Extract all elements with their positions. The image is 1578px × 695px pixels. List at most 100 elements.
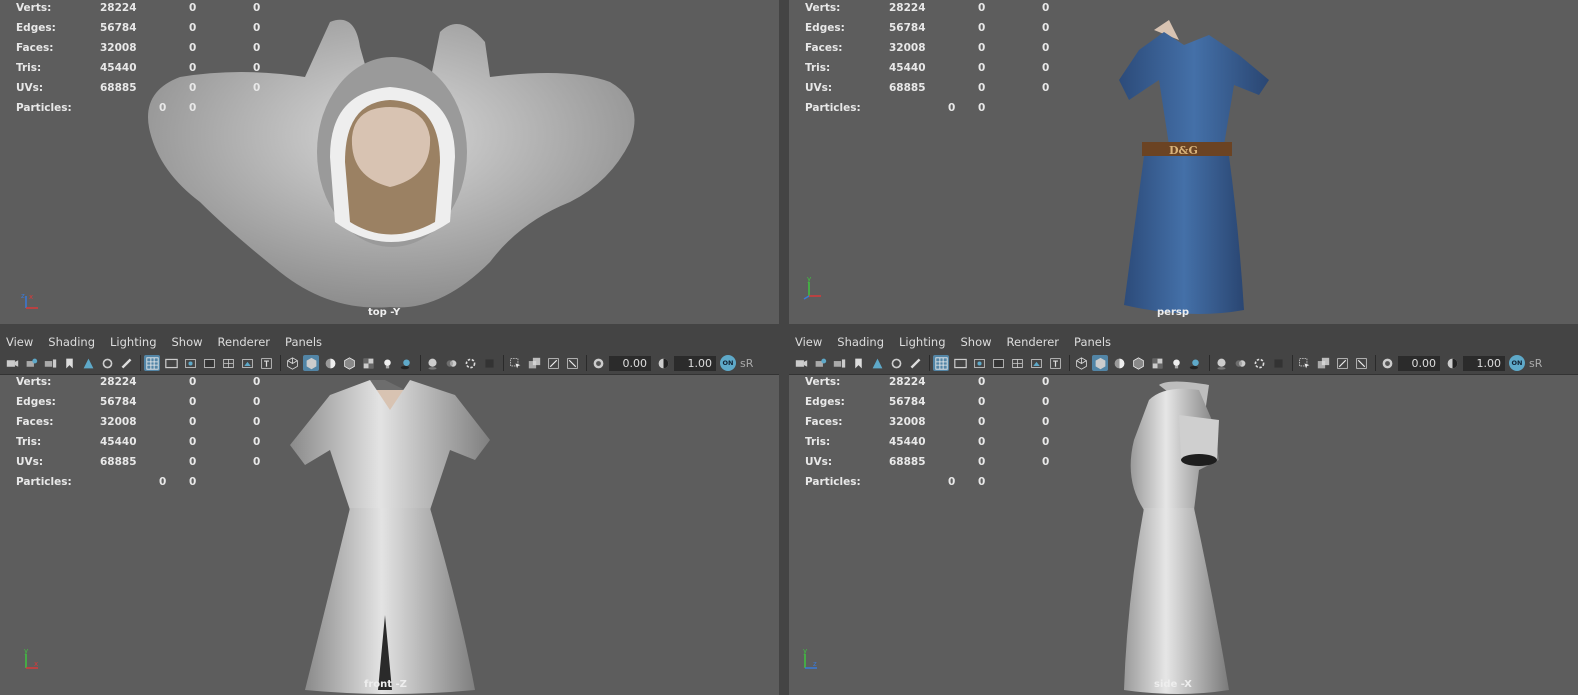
ambient-occlusion-icon[interactable] (424, 355, 440, 371)
default-material-icon[interactable] (322, 355, 338, 371)
safe-action-icon[interactable] (1028, 355, 1044, 371)
safe-title-icon[interactable] (258, 355, 274, 371)
menu-shading[interactable]: Shading (837, 335, 884, 349)
depth-of-field-icon[interactable] (1270, 355, 1286, 371)
motion-blur-icon[interactable] (443, 355, 459, 371)
view-transform-label[interactable]: sR (1529, 357, 1542, 370)
exposure-field[interactable]: 0.00 (1398, 355, 1440, 371)
grid-icon[interactable] (933, 355, 949, 371)
hud-value: 0 (253, 396, 261, 408)
film-gate-icon[interactable] (163, 355, 179, 371)
viewport-front[interactable]: View Shading Lighting Show Renderer Pane… (0, 332, 779, 695)
image-plane-icon[interactable] (80, 355, 96, 371)
belt-logo-text: D&G (1169, 144, 1198, 157)
bookmark-icon[interactable] (850, 355, 866, 371)
xray-icon[interactable] (526, 355, 542, 371)
safe-action-icon[interactable] (239, 355, 255, 371)
exposure-field[interactable]: 0.00 (609, 355, 651, 371)
wireframe-on-shaded-icon[interactable] (341, 355, 357, 371)
hud-value: 0 (1042, 62, 1050, 74)
textured-icon[interactable] (360, 355, 376, 371)
menu-renderer[interactable]: Renderer (218, 335, 271, 349)
menu-panels[interactable]: Panels (285, 335, 322, 349)
hud-value: 68885 (100, 82, 137, 94)
two-d-pan-icon[interactable] (99, 355, 115, 371)
film-gate-icon[interactable] (952, 355, 968, 371)
menu-shading[interactable]: Shading (48, 335, 95, 349)
bookmark-icon[interactable] (61, 355, 77, 371)
menu-show[interactable]: Show (961, 335, 992, 349)
menu-lighting[interactable]: Lighting (899, 335, 945, 349)
two-d-pan-icon[interactable] (888, 355, 904, 371)
field-chart-icon[interactable] (220, 355, 236, 371)
xray-active-components-icon[interactable] (564, 355, 580, 371)
camera-icon[interactable] (793, 355, 809, 371)
smooth-shade-icon[interactable] (303, 355, 319, 371)
menu-renderer[interactable]: Renderer (1007, 335, 1060, 349)
textured-icon[interactable] (1149, 355, 1165, 371)
camera-attributes-icon[interactable] (812, 355, 828, 371)
xray-icon[interactable] (1315, 355, 1331, 371)
grease-pencil-icon[interactable] (907, 355, 923, 371)
shadows-icon[interactable] (1187, 355, 1203, 371)
gate-mask-icon[interactable] (990, 355, 1006, 371)
anti-aliasing-icon[interactable] (462, 355, 478, 371)
hud-value: 0 (1042, 416, 1050, 428)
hud-value: 28224 (889, 376, 926, 388)
hud-row-edges: Edges: 56784 0 0 (805, 394, 1065, 414)
grid-icon[interactable] (144, 355, 160, 371)
gamma-icon[interactable] (655, 355, 671, 371)
bookmark-camera-icon[interactable] (831, 355, 847, 371)
smooth-shade-icon[interactable] (1092, 355, 1108, 371)
camera-attributes-icon[interactable] (23, 355, 39, 371)
xray-active-components-icon[interactable] (1353, 355, 1369, 371)
view-transform-label[interactable]: sR (740, 357, 753, 370)
isolate-select-icon[interactable] (507, 355, 523, 371)
hud-value: 0 (253, 436, 261, 448)
viewport-top[interactable]: Verts: 28224 0 0 Edges: 56784 0 0 Faces: 32008 0… (0, 0, 779, 324)
hud-value: 0 (978, 456, 986, 468)
menu-panels[interactable]: Panels (1074, 335, 1111, 349)
xray-joints-icon[interactable] (1334, 355, 1350, 371)
image-plane-icon[interactable] (869, 355, 885, 371)
wireframe-icon[interactable] (1073, 355, 1089, 371)
wireframe-on-shaded-icon[interactable] (1130, 355, 1146, 371)
gamma-field[interactable]: 1.00 (1463, 355, 1505, 371)
camera-icon[interactable] (4, 355, 20, 371)
color-management-toggle[interactable]: ON (1509, 355, 1525, 371)
grease-pencil-icon[interactable] (118, 355, 134, 371)
field-chart-icon[interactable] (1009, 355, 1025, 371)
anti-aliasing-icon[interactable] (1251, 355, 1267, 371)
menu-view[interactable]: View (795, 335, 822, 349)
viewport-persp[interactable]: D&G Verts: 28224 0 0 Edges: 56784 0 0 Faces: 32… (789, 0, 1578, 324)
safe-title-icon[interactable] (1047, 355, 1063, 371)
hud-label: Edges: (805, 22, 845, 34)
shadows-icon[interactable] (398, 355, 414, 371)
ambient-occlusion-icon[interactable] (1213, 355, 1229, 371)
resolution-gate-icon[interactable] (182, 355, 198, 371)
gamma-icon[interactable] (1444, 355, 1460, 371)
exposure-icon[interactable] (1379, 355, 1395, 371)
menu-view[interactable]: View (6, 335, 33, 349)
hud-label: UVs: (805, 456, 833, 468)
isolate-select-icon[interactable] (1296, 355, 1312, 371)
gate-mask-icon[interactable] (201, 355, 217, 371)
menu-lighting[interactable]: Lighting (110, 335, 156, 349)
bookmark-camera-icon[interactable] (42, 355, 58, 371)
viewport-side[interactable]: View Shading Lighting Show Renderer Pane… (789, 332, 1578, 695)
color-management-toggle[interactable]: ON (720, 355, 736, 371)
hud-value: 0 (189, 416, 197, 428)
gamma-field[interactable]: 1.00 (674, 355, 716, 371)
hud-value: 0 (189, 102, 197, 114)
depth-of-field-icon[interactable] (481, 355, 497, 371)
axis-gizmo: y x (24, 648, 38, 669)
wireframe-icon[interactable] (284, 355, 300, 371)
lights-icon[interactable] (1168, 355, 1184, 371)
resolution-gate-icon[interactable] (971, 355, 987, 371)
menu-show[interactable]: Show (172, 335, 203, 349)
lights-icon[interactable] (379, 355, 395, 371)
xray-joints-icon[interactable] (545, 355, 561, 371)
exposure-icon[interactable] (590, 355, 606, 371)
motion-blur-icon[interactable] (1232, 355, 1248, 371)
default-material-icon[interactable] (1111, 355, 1127, 371)
